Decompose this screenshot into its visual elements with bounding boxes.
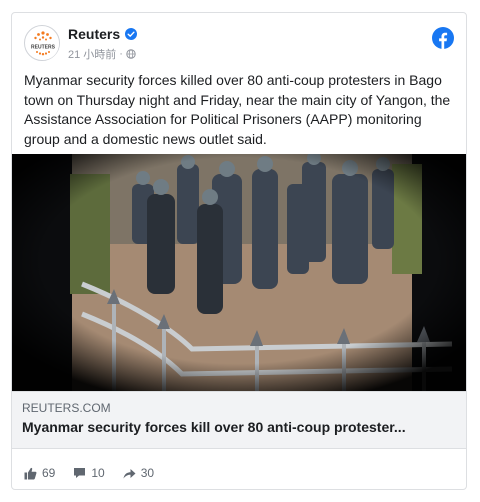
post-timestamp[interactable]: 21 小時前: [68, 46, 116, 62]
avatar[interactable]: REUTERS: [24, 25, 60, 61]
link-domain: REUTERS.COM: [22, 401, 111, 415]
post-meta: 21 小時前 ·: [68, 46, 136, 62]
comment-icon: [74, 468, 86, 478]
verified-badge-icon: [125, 28, 138, 40]
link-preview[interactable]: REUTERS.COM Myanmar security forces kill…: [12, 391, 466, 449]
meta-separator: ·: [119, 48, 123, 60]
comments-count: 10: [91, 466, 105, 480]
engagement-stats: 69 10 30: [24, 465, 172, 481]
link-title[interactable]: Myanmar security forces kill over 80 ant…: [22, 419, 458, 435]
comments-stat[interactable]: 10: [73, 466, 105, 480]
protest-scene-image: [12, 154, 466, 391]
reuters-logo-icon: REUTERS: [27, 28, 59, 60]
likes-count: 69: [42, 466, 56, 480]
avatar-text: REUTERS: [31, 45, 56, 51]
post-header: REUTERS Reuters 21 小時前 ·: [24, 25, 454, 65]
likes-stat[interactable]: 69: [24, 466, 55, 480]
post-body-text: Myanmar security forces killed over 80 a…: [24, 72, 451, 147]
share-arrow-icon: [123, 468, 136, 478]
post-card: REUTERS Reuters 21 小時前 · Myanmar securit…: [11, 12, 467, 490]
post-photo[interactable]: [12, 154, 466, 391]
thumbs-up-icon: [24, 467, 37, 479]
shares-stat[interactable]: 30: [123, 466, 154, 480]
shares-count: 30: [140, 466, 155, 480]
page-name[interactable]: Reuters: [68, 26, 120, 42]
page-name-row: Reuters: [68, 26, 138, 42]
globe-icon: [126, 49, 136, 59]
facebook-logo-icon[interactable]: [432, 27, 454, 49]
